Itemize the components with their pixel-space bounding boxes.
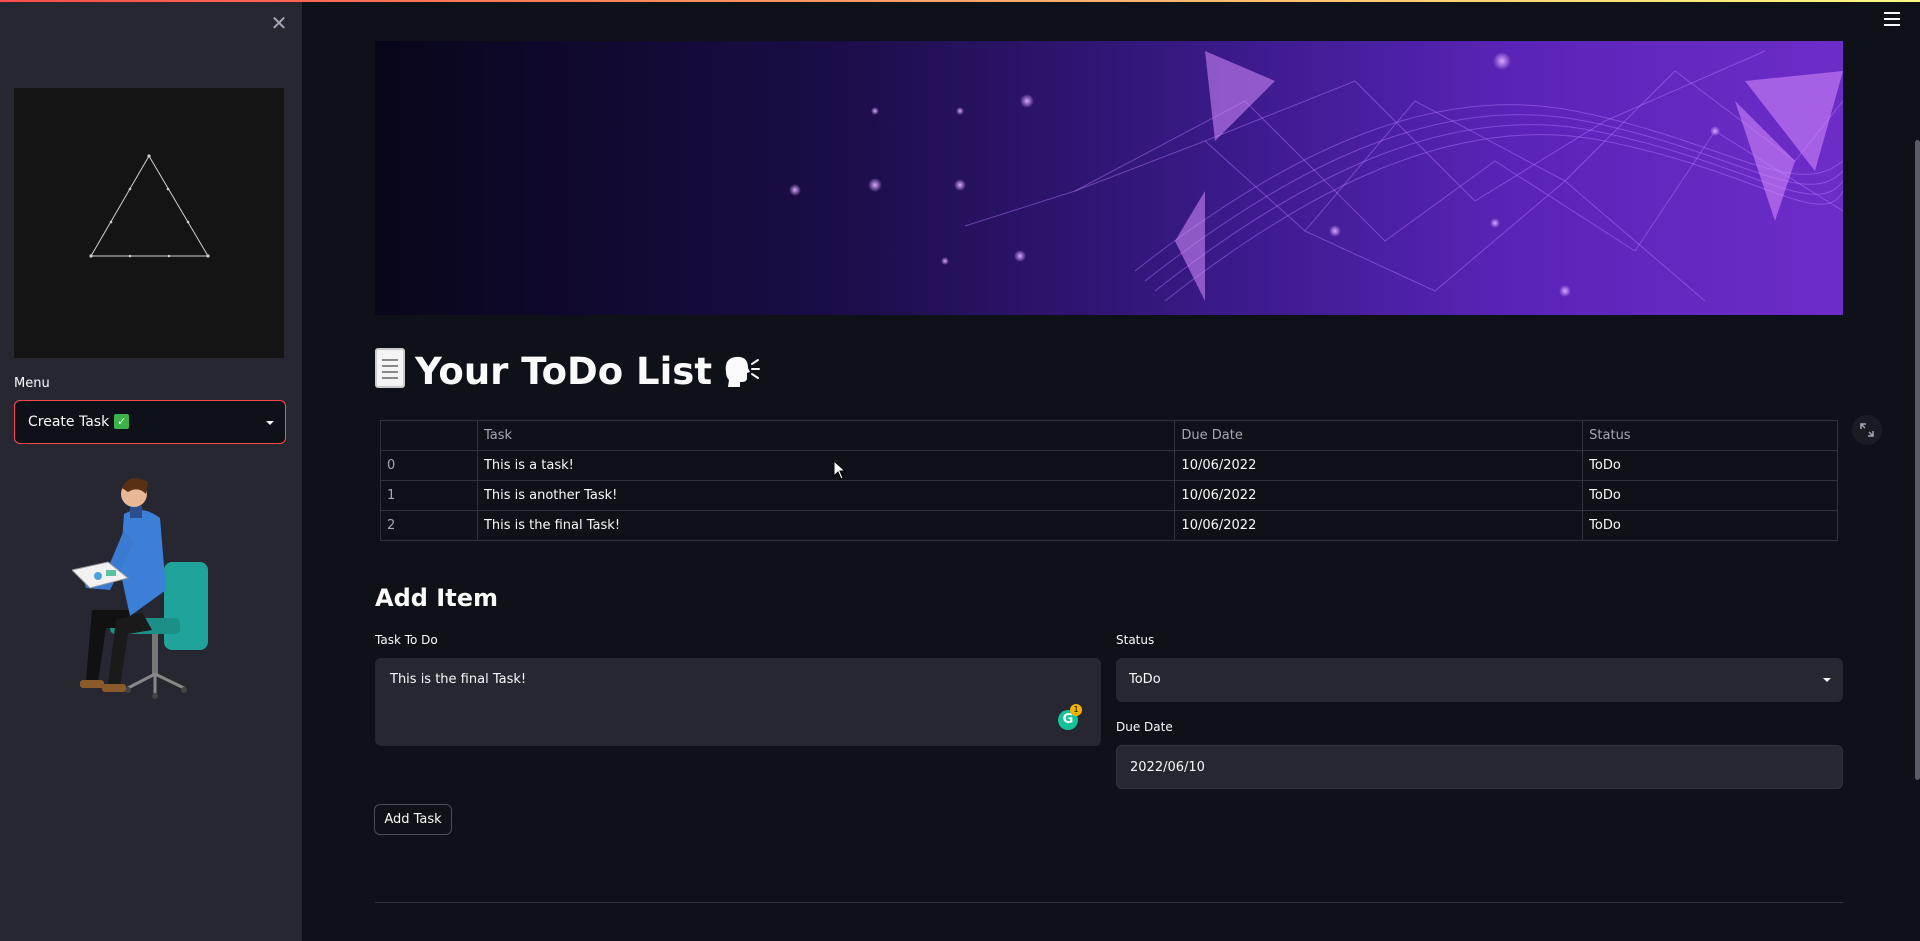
task-to-do-value: This is the final Task! bbox=[390, 672, 527, 687]
row-index: 2 bbox=[380, 510, 478, 541]
sidebar: ✕ Menu Create Task ✓ bbox=[0, 2, 302, 941]
chevron-down-icon bbox=[266, 421, 274, 425]
scrollbar[interactable] bbox=[1915, 140, 1920, 780]
chevron-down-icon bbox=[1823, 678, 1831, 682]
due-date-input[interactable]: 2022/06/10 bbox=[1116, 745, 1843, 789]
table-header-row: Task Due Date Status bbox=[380, 420, 1838, 451]
table-row: 1 This is another Task! 10/06/2022 ToDo bbox=[380, 480, 1838, 511]
menu-selected-value: Create Task bbox=[28, 414, 110, 430]
due-date-value: 2022/06/10 bbox=[1130, 760, 1205, 775]
row-task[interactable]: This is the final Task! bbox=[476, 510, 1176, 541]
table-header-status[interactable]: Status bbox=[1582, 420, 1838, 451]
table-row: 2 This is the final Task! 10/06/2022 ToD… bbox=[380, 510, 1838, 541]
menu-label: Menu bbox=[14, 376, 50, 391]
task-to-do-label: Task To Do bbox=[375, 633, 438, 647]
task-to-do-textarea[interactable]: This is the final Task! bbox=[375, 658, 1101, 746]
mouse-cursor-icon bbox=[833, 459, 847, 484]
status-label: Status bbox=[1116, 633, 1155, 647]
add-task-button[interactable]: Add Task bbox=[374, 804, 452, 835]
menu-select[interactable]: Create Task ✓ bbox=[14, 400, 286, 444]
add-item-heading: Add Item bbox=[375, 584, 498, 612]
row-due-date[interactable]: 10/06/2022 bbox=[1174, 480, 1584, 511]
header-banner bbox=[375, 41, 1843, 315]
row-index: 0 bbox=[380, 450, 478, 481]
row-task[interactable]: This is another Task! bbox=[476, 480, 1176, 511]
row-task[interactable]: This is a task! bbox=[476, 450, 1176, 481]
table-header-task[interactable]: Task bbox=[476, 420, 1176, 451]
due-date-label: Due Date bbox=[1116, 720, 1173, 734]
table-header-due-date[interactable]: Due Date bbox=[1174, 420, 1584, 451]
row-due-date[interactable]: 10/06/2022 bbox=[1174, 450, 1584, 481]
table-header-index[interactable] bbox=[380, 420, 478, 451]
divider bbox=[375, 902, 1843, 903]
grammarly-count-badge: 1 bbox=[1070, 704, 1082, 716]
close-icon[interactable]: ✕ bbox=[268, 12, 290, 34]
fullscreen-expand-button[interactable] bbox=[1852, 415, 1882, 445]
row-index: 1 bbox=[380, 480, 478, 511]
person-illustration bbox=[71, 470, 232, 730]
speaking-head-icon bbox=[722, 354, 761, 397]
hamburger-menu-icon[interactable] bbox=[1884, 12, 1900, 26]
page-title: Your ToDo List bbox=[375, 348, 761, 397]
row-status[interactable]: ToDo bbox=[1582, 480, 1838, 511]
check-mark-icon: ✓ bbox=[114, 414, 130, 429]
row-status[interactable]: ToDo bbox=[1582, 450, 1838, 481]
row-due-date[interactable]: 10/06/2022 bbox=[1174, 510, 1584, 541]
page-title-text: Your ToDo List bbox=[415, 350, 713, 393]
document-icon bbox=[375, 348, 405, 388]
triangle-logo bbox=[14, 88, 284, 358]
status-select[interactable]: ToDo bbox=[1116, 658, 1843, 702]
status-select-value: ToDo bbox=[1129, 672, 1161, 687]
row-status[interactable]: ToDo bbox=[1582, 510, 1838, 541]
todo-table: Task Due Date Status 0 This is a task! 1… bbox=[380, 420, 1838, 541]
expand-icon bbox=[1860, 423, 1874, 437]
table-row: 0 This is a task! 10/06/2022 ToDo bbox=[380, 450, 1838, 481]
